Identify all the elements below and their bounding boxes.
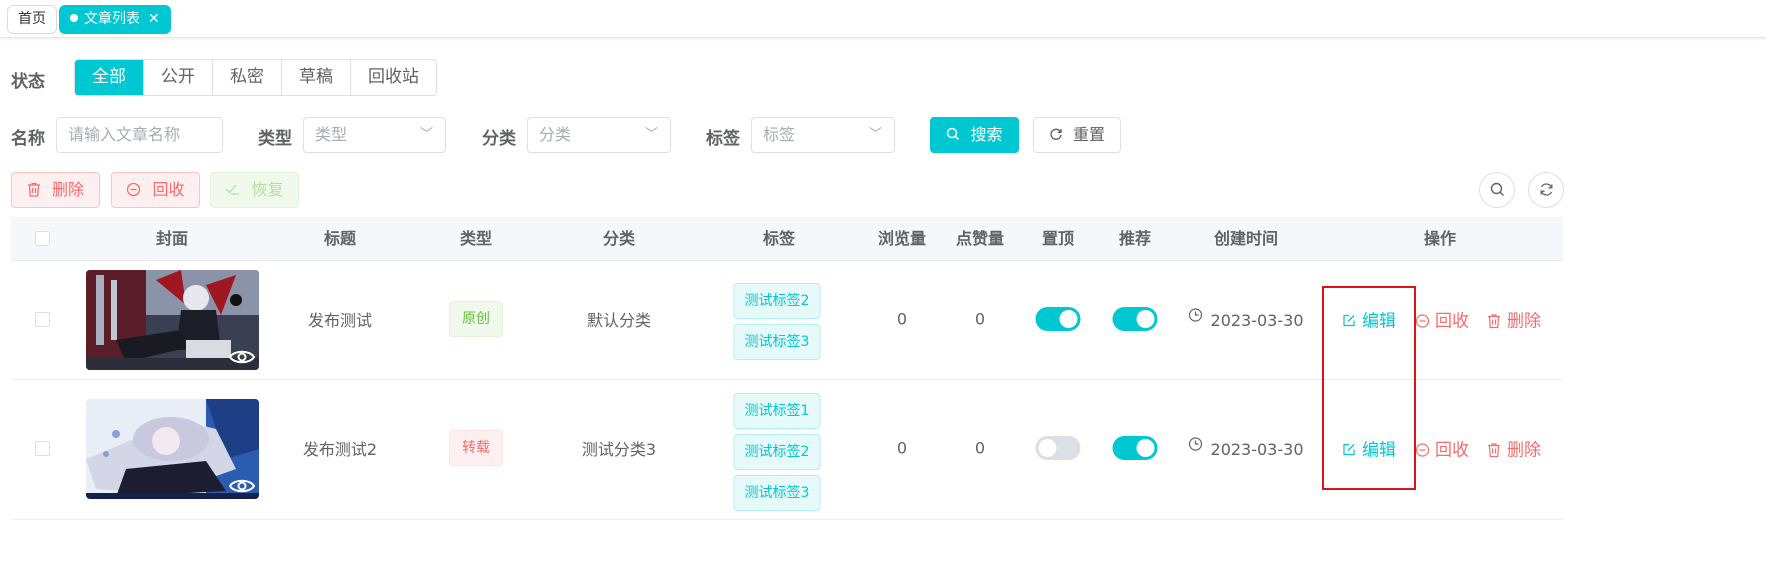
row-checkbox[interactable]	[35, 312, 50, 327]
category-label: 分类	[482, 129, 516, 149]
type-badge: 转载	[449, 430, 503, 466]
status-option-draft[interactable]: 草稿	[281, 60, 350, 95]
tab-article-list[interactable]: 文章列表 ✕	[59, 5, 171, 34]
tag-chip: 测试标签2	[733, 434, 821, 470]
col-recommended: 推荐	[1118, 229, 1152, 248]
refresh-icon	[1539, 181, 1554, 199]
search-icon	[1490, 181, 1505, 199]
row-title: 发布测试	[307, 311, 373, 330]
pinned-toggle[interactable]	[1035, 436, 1081, 460]
row-likes: 0	[974, 309, 986, 329]
row-views: 0	[896, 309, 908, 329]
cover-image[interactable]	[86, 270, 259, 370]
trash-icon	[27, 180, 52, 199]
col-tags: 标签	[762, 229, 796, 248]
tag-chip: 测试标签3	[733, 475, 821, 511]
status-option-recycle-bin[interactable]: 回收站	[350, 60, 436, 95]
status-label: 状态	[11, 72, 45, 92]
recycle-button[interactable]: 回收	[1415, 436, 1469, 461]
refresh-table-button[interactable]	[1528, 172, 1564, 208]
minus-circle-icon	[1415, 441, 1435, 461]
recycle-button[interactable]: 回收	[1415, 307, 1469, 332]
chevron-down-icon: ﹀	[644, 127, 658, 142]
row-category: 测试分类3	[581, 440, 657, 459]
col-created: 创建时间	[1213, 229, 1279, 248]
preview-eye-icon[interactable]	[229, 477, 255, 495]
table-header: 封面 标题 类型 分类 标签 浏览量 点赞量 置顶 推荐 创建时间 操作	[11, 217, 1563, 261]
chevron-down-icon: ﹀	[419, 127, 433, 142]
trash-icon	[1487, 312, 1507, 332]
category-select[interactable]: 分类 ﹀	[527, 117, 671, 153]
col-category: 分类	[602, 229, 636, 248]
row-checkbox[interactable]	[35, 441, 50, 456]
status-option-all[interactable]: 全部	[75, 60, 143, 95]
name-search-input[interactable]: 请输入文章名称	[56, 117, 223, 153]
toggle-search-button[interactable]	[1479, 172, 1515, 208]
minus-circle-icon	[1415, 312, 1435, 332]
trash-icon	[1487, 441, 1507, 461]
row-title: 发布测试2	[302, 440, 378, 459]
row-views: 0	[896, 438, 908, 458]
restore-check-icon	[225, 180, 251, 199]
active-dot-icon	[70, 14, 78, 22]
type-select[interactable]: 类型 ﹀	[303, 117, 446, 153]
status-segmented-control: 全部 公开 私密 草稿 回收站	[74, 59, 437, 96]
col-actions: 操作	[1423, 229, 1457, 248]
tag-select[interactable]: 标签 ﹀	[751, 117, 895, 153]
tag-chip: 测试标签3	[733, 324, 821, 360]
preview-eye-icon[interactable]	[229, 348, 255, 366]
delete-button[interactable]: 删除	[1487, 436, 1541, 461]
search-button[interactable]: 搜索	[930, 117, 1019, 153]
clock-icon	[1188, 308, 1211, 330]
name-label: 名称	[11, 129, 45, 149]
type-label: 类型	[258, 129, 292, 149]
reset-button[interactable]: 重置	[1033, 117, 1121, 153]
bulk-restore-button[interactable]: 恢复	[210, 172, 299, 208]
recommended-toggle[interactable]	[1112, 307, 1158, 331]
col-likes: 点赞量	[955, 229, 1005, 248]
type-badge: 原创	[449, 301, 503, 337]
tab-home[interactable]: 首页	[7, 5, 57, 34]
recommended-toggle[interactable]	[1112, 436, 1158, 460]
col-views: 浏览量	[877, 229, 927, 248]
tag-chip: 测试标签2	[733, 283, 821, 319]
cover-image[interactable]	[86, 399, 259, 499]
select-all-checkbox[interactable]	[35, 231, 50, 246]
bulk-recycle-button[interactable]: 回收	[111, 172, 200, 208]
col-type: 类型	[459, 229, 493, 248]
bulk-delete-button[interactable]: 删除	[11, 172, 100, 208]
col-cover: 封面	[155, 229, 189, 248]
close-icon[interactable]: ✕	[148, 11, 160, 27]
col-title: 标题	[323, 229, 357, 248]
col-pinned: 置顶	[1041, 229, 1075, 248]
search-icon	[946, 125, 970, 144]
row-created: 2023-03-30	[1188, 308, 1303, 330]
delete-button[interactable]: 删除	[1487, 307, 1541, 332]
row-created: 2023-03-30	[1188, 437, 1303, 459]
status-option-public[interactable]: 公开	[143, 60, 212, 95]
clock-icon	[1188, 437, 1211, 459]
minus-circle-icon	[126, 180, 152, 199]
tag-label: 标签	[706, 129, 740, 149]
status-option-private[interactable]: 私密	[212, 60, 281, 95]
chevron-down-icon: ﹀	[868, 127, 882, 142]
row-category: 默认分类	[586, 311, 652, 330]
tag-chip: 测试标签1	[733, 393, 821, 429]
refresh-icon	[1049, 125, 1073, 144]
highlight-box	[1322, 286, 1416, 490]
tags-bar: 首页 文章列表 ✕	[0, 0, 1766, 38]
pinned-toggle[interactable]	[1035, 307, 1081, 331]
row-likes: 0	[974, 438, 986, 458]
